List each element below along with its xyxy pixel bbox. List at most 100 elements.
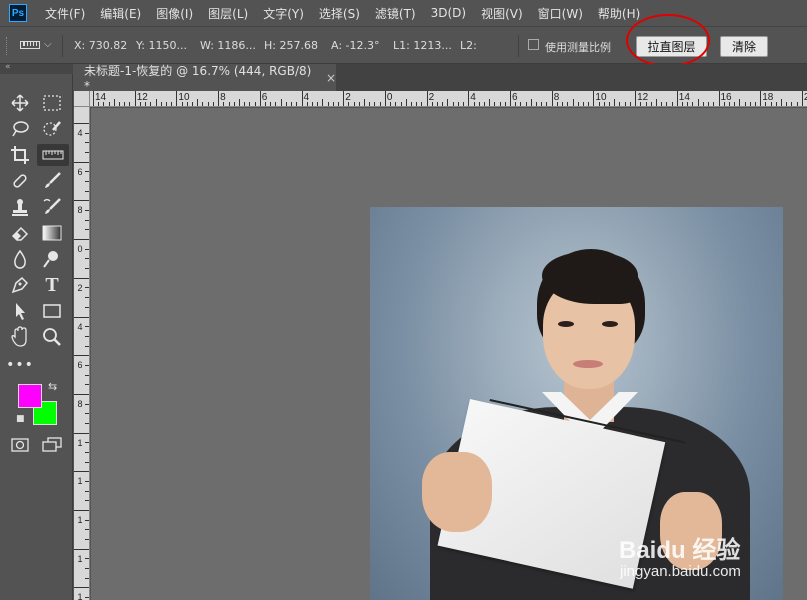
vertical-ruler[interactable]: 4 6 8 0 2 4 6 8 1 1 1 1 1 (74, 107, 90, 600)
chevron-down-icon[interactable]: ⌵ (44, 39, 52, 50)
ruler-minor-tick (671, 102, 673, 106)
ruler-tick (426, 91, 428, 106)
ruler-minor-tick (405, 99, 407, 106)
ruler-label: 12 (136, 92, 148, 103)
ruler-tick (593, 91, 595, 106)
menu-filter[interactable]: 滤镜(T) (375, 5, 416, 22)
screen-mode-icon[interactable] (40, 434, 64, 456)
ruler-minor-tick (614, 99, 616, 106)
foreground-color-swatch[interactable] (18, 384, 42, 408)
default-colors-icon[interactable]: ■ (16, 414, 25, 424)
ruler-minor-tick (442, 102, 444, 106)
crop-icon[interactable] (8, 144, 32, 166)
menu-image[interactable]: 图像(I) (156, 5, 193, 22)
move-icon[interactable] (8, 92, 32, 114)
ruler-tick (85, 442, 89, 444)
ruler-minor-tick (270, 102, 272, 106)
ruler-tool-preset-icon[interactable] (20, 41, 40, 49)
marquee-icon[interactable] (40, 92, 64, 114)
ruler-label: 1 (77, 553, 83, 564)
quick-mask-icon[interactable] (8, 434, 32, 456)
use-measurement-scale-checkbox[interactable] (528, 39, 539, 50)
ruler-label: 18 (762, 92, 774, 103)
ruler-minor-tick (556, 102, 558, 106)
menu-layer[interactable]: 图层(L) (208, 5, 248, 22)
ruler-tick (718, 91, 720, 106)
options-bar-grip[interactable] (6, 37, 9, 55)
menu-view[interactable]: 视图(V) (481, 5, 523, 22)
blur-icon[interactable] (8, 248, 32, 270)
menu-file[interactable]: 文件(F) (45, 5, 85, 22)
ruler-label: 2 (77, 282, 83, 293)
ruler-minor-tick (124, 102, 126, 106)
ruler-minor-tick (463, 102, 465, 106)
brush-icon[interactable] (40, 170, 64, 192)
stamp-icon[interactable] (8, 196, 32, 218)
hand-icon[interactable] (8, 326, 32, 348)
ruler-minor-tick (212, 102, 214, 106)
clear-button[interactable]: 清除 (720, 36, 768, 57)
horizontal-ruler[interactable]: 141210864202468101214161820 (74, 91, 807, 107)
ruler-minor-tick (728, 102, 730, 106)
menu-select[interactable]: 选择(S) (319, 5, 360, 22)
ruler-minor-tick (369, 102, 371, 106)
divider (518, 35, 519, 57)
person-eye-right (602, 321, 618, 327)
menu-3d[interactable]: 3D(D) (431, 6, 466, 20)
menu-edit[interactable]: 编辑(E) (100, 5, 141, 22)
ruler-tick (74, 161, 89, 163)
more-icon[interactable]: ••• (6, 354, 33, 376)
lasso-icon[interactable] (8, 118, 32, 140)
ruler-origin[interactable] (74, 91, 90, 107)
ruler-tick (74, 316, 89, 318)
ruler-minor-tick (598, 102, 600, 106)
eraser-icon[interactable] (8, 222, 32, 244)
close-icon[interactable]: × (326, 71, 336, 85)
photoshop-logo-icon: Ps (9, 4, 27, 22)
pen-icon[interactable] (8, 274, 32, 296)
ruler-tick (85, 171, 89, 173)
menu-window[interactable]: 窗口(W) (538, 5, 583, 22)
ruler-minor-tick (708, 102, 710, 106)
ruler-minor-tick (155, 99, 157, 106)
ruler-minor-tick (650, 102, 652, 106)
ruler-label: 16 (720, 92, 732, 103)
ruler-label: 1 (77, 437, 83, 448)
tools-panel: « T ••• ⇆ ■ (0, 62, 73, 600)
collapse-icon[interactable]: « (5, 62, 11, 72)
healing-icon[interactable] (8, 170, 32, 192)
menu-help[interactable]: 帮助(H) (598, 5, 640, 22)
ruler-minor-tick (483, 102, 485, 106)
history-brush-icon[interactable] (40, 196, 64, 218)
ruler-minor-tick (624, 102, 626, 106)
divider (62, 35, 63, 57)
zoom-icon[interactable] (40, 326, 64, 348)
ruler-label: 1 (77, 476, 83, 487)
ruler-minor-tick (207, 102, 209, 106)
ruler-minor-tick (775, 102, 777, 106)
ruler-minor-tick (145, 102, 147, 106)
ruler-minor-tick (254, 102, 256, 106)
rectangle-icon[interactable] (40, 300, 64, 322)
ruler-tick (85, 248, 89, 250)
ruler-tick (259, 91, 261, 106)
ruler-minor-tick (572, 99, 574, 106)
menu-type[interactable]: 文字(Y) (263, 5, 304, 22)
ruler-minor-tick (98, 102, 100, 106)
type-icon[interactable]: T (40, 274, 64, 296)
ruler-minor-tick (536, 102, 538, 106)
ruler-minor-tick (291, 102, 293, 106)
angle-readout: A: -12.3° (331, 39, 380, 52)
tools-panel-header[interactable]: « (0, 62, 73, 74)
dodge-icon[interactable] (40, 248, 64, 270)
gradient-icon[interactable] (40, 222, 64, 244)
ruler-minor-tick (129, 102, 131, 106)
quick-select-icon[interactable] (40, 118, 64, 140)
ruler-minor-tick (546, 102, 548, 106)
width-readout: W: 1186... (200, 39, 256, 52)
swap-colors-icon[interactable]: ⇆ (48, 380, 57, 393)
ruler-tick (85, 297, 89, 299)
document-tab[interactable]: 未标题-1-恢复的 @ 16.7% (444, RGB/8) * × (74, 64, 336, 93)
ruler-icon[interactable] (37, 144, 69, 166)
path-select-icon[interactable] (8, 300, 32, 322)
